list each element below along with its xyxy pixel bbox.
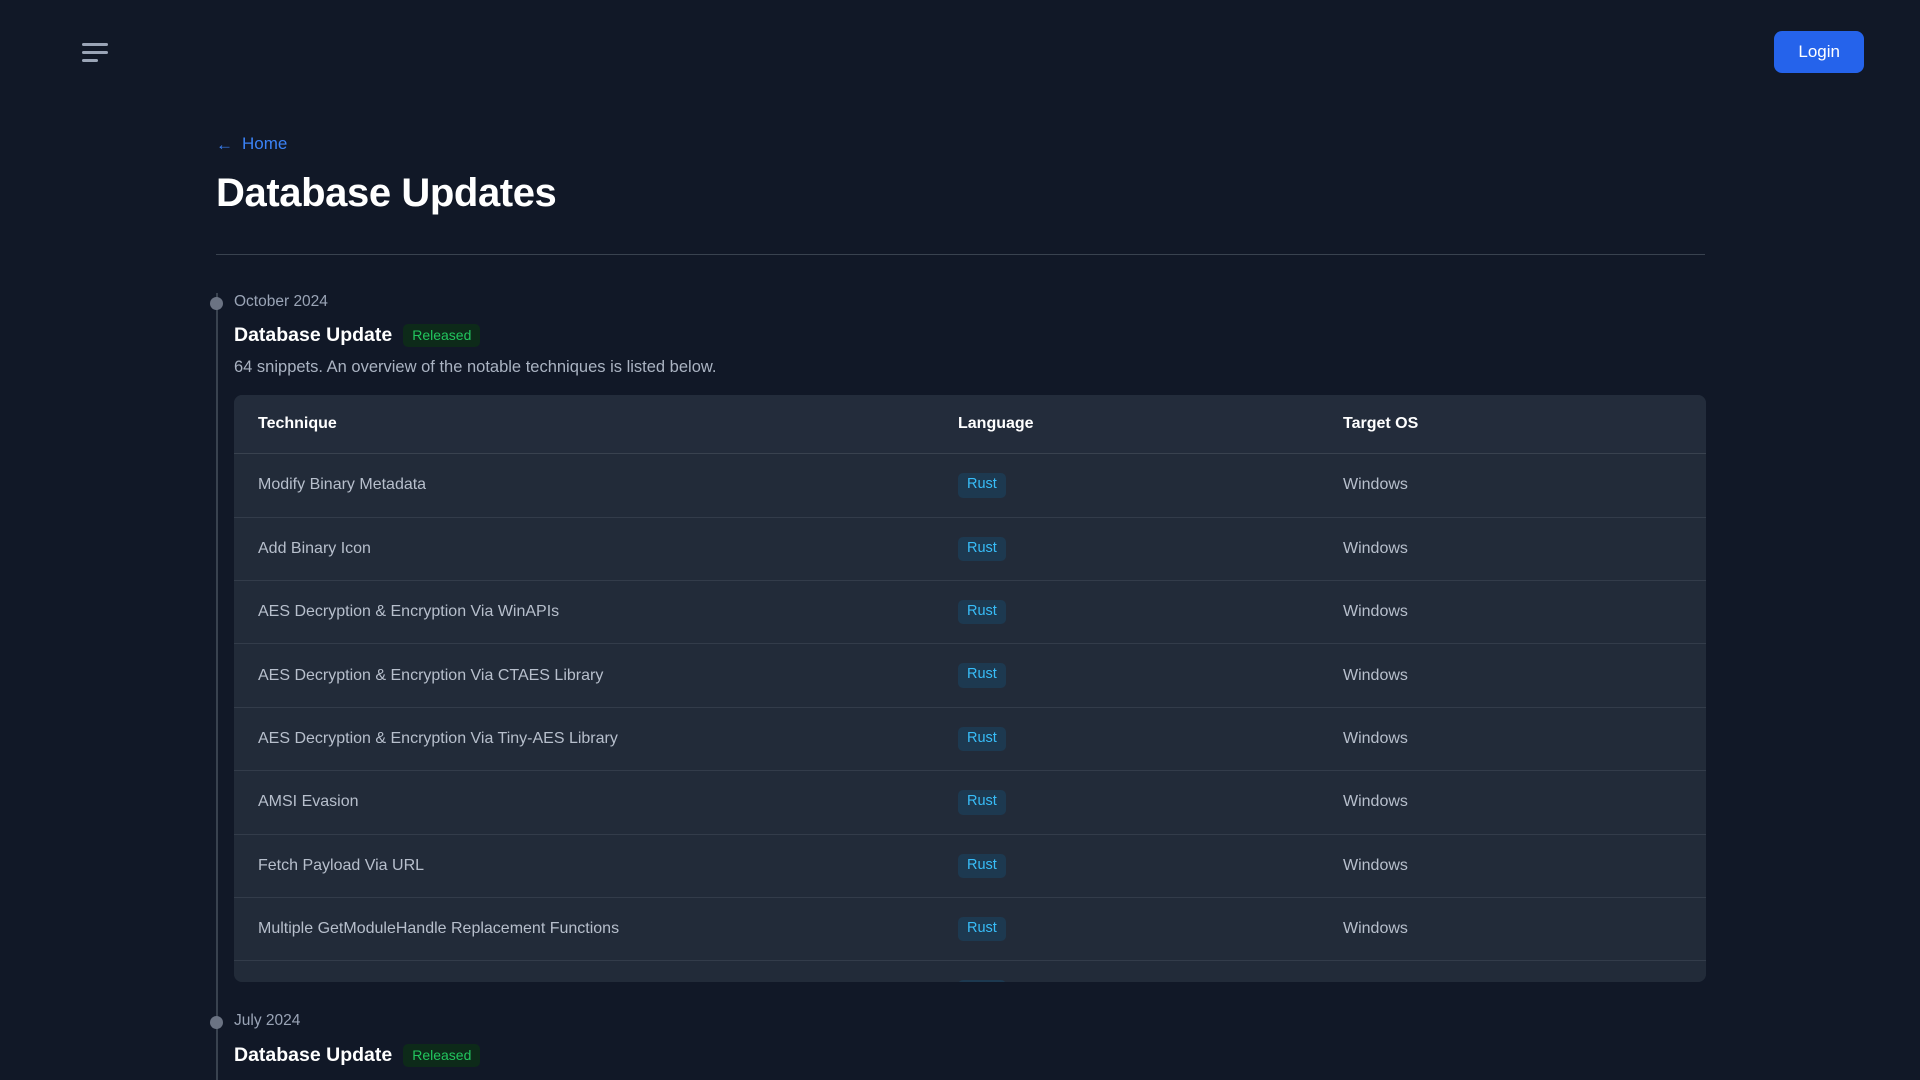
table-body: Modify Binary Metadata Rust Windows Add Bin…: [234, 453, 1706, 983]
back-home-link[interactable]: ← Home: [216, 134, 287, 154]
timeline-heading: Database Update: [234, 1043, 393, 1066]
cell-language: Rust: [934, 707, 1319, 772]
cell-target-os: Windows: [1319, 770, 1706, 835]
cell-target-os: Windows: [1319, 707, 1706, 772]
cell-language: Rust: [934, 517, 1319, 581]
cell-target-os: Windows: [1319, 643, 1706, 708]
techniques-table-container[interactable]: Technique Language Target OS Modify Bina…: [234, 395, 1706, 983]
cell-language: Rust: [934, 770, 1319, 835]
timeline-entry-july-2024: July 2024 Database Update Released 200 s…: [210, 1012, 1705, 1080]
page-container: ← Home Database Updates October 2024 Dat…: [0, 104, 1920, 1080]
timeline-entry-october-2024: October 2024 Database Update Released 64…: [210, 292, 1706, 983]
table-row[interactable]: Multiple GetModuleHandle Replacement Fun…: [234, 897, 1706, 962]
language-badge: Rust: [958, 853, 1006, 878]
table-row[interactable]: AMSI Evasion Rust Windows: [234, 770, 1706, 835]
cell-language: Rust: [934, 960, 1319, 983]
column-header-target-os[interactable]: Target OS: [1319, 395, 1706, 455]
status-badge: Released: [403, 324, 481, 348]
cell-target-os: Windows: [1319, 960, 1706, 983]
cell-technique: AMSI Evasion: [234, 770, 934, 835]
table-row[interactable]: AES Decryption & Encryption Via WinAPIs R…: [234, 580, 1706, 645]
cell-target-os: Windows: [1319, 897, 1706, 962]
cell-technique: Multiple GetModuleHandle Replacement Fun…: [234, 897, 934, 962]
cell-language: Rust: [934, 897, 1319, 962]
table-row[interactable]: Add Binary Icon Rust Windows: [234, 517, 1706, 581]
timeline-date: October 2024: [234, 292, 328, 310]
cell-technique: Fetch Payload Via URL: [234, 834, 934, 898]
timeline-dot-icon: [210, 1016, 223, 1030]
column-header-language[interactable]: Language: [934, 395, 1319, 455]
timeline-dot-icon: [210, 296, 223, 310]
column-header-technique[interactable]: Technique: [234, 395, 934, 455]
cell-technique: Modify Binary Metadata: [234, 453, 934, 518]
status-badge: Released: [403, 1043, 481, 1067]
cell-target-os: Windows: [1319, 834, 1706, 898]
language-badge: Rust: [958, 663, 1006, 688]
cell-language: Rust: [934, 834, 1319, 898]
timeline-heading-row: Database Update Released: [234, 324, 1705, 348]
cell-technique: AES Decryption & Encryption Via CTAES Li…: [234, 643, 934, 708]
table-row[interactable]: AES Decryption & Encryption Via CTAES Li…: [234, 643, 1706, 708]
language-badge: Rust: [958, 599, 1006, 625]
cell-target-os: Windows: [1319, 453, 1706, 518]
table-head: Technique Language Target OS: [234, 395, 1706, 455]
timeline-heading-row: Database Update Released: [234, 1043, 1705, 1067]
language-badge: Rust: [958, 473, 1006, 498]
timeline-date: July 2024: [234, 1012, 301, 1030]
hamburger-line-3: [82, 58, 98, 62]
cell-technique: AES Decryption & Encryption Via Tiny-AES…: [234, 707, 934, 772]
top-bar: Login: [0, 0, 1920, 104]
timeline-description: 64 snippets. An overview of the notable …: [234, 358, 717, 377]
table-row[interactable]: Function Stomping Rust Windows: [234, 960, 1706, 983]
cell-language: Rust: [934, 453, 1319, 518]
language-badge: Rust: [958, 790, 1006, 815]
cell-language: Rust: [934, 643, 1319, 708]
hamburger-menu-icon[interactable]: [80, 37, 108, 68]
table-row[interactable]: Fetch Payload Via URL Rust Windows: [234, 834, 1706, 898]
updates-timeline: October 2024 Database Update Released 64…: [210, 292, 1706, 1080]
language-badge: Rust: [958, 980, 1006, 983]
cell-language: Rust: [934, 580, 1319, 645]
hamburger-line-1: [82, 42, 108, 46]
cell-technique: Add Binary Icon: [234, 517, 934, 581]
cell-technique: Function Stomping: [234, 960, 934, 983]
cell-target-os: Windows: [1319, 517, 1706, 581]
table-header-row: Technique Language Target OS: [234, 395, 1706, 455]
hamburger-line-2: [82, 50, 108, 54]
timeline-heading: Database Update: [234, 324, 393, 347]
back-home-label: Home: [242, 134, 288, 153]
table-row[interactable]: AES Decryption & Encryption Via Tiny-AES…: [234, 707, 1706, 772]
title-divider: [216, 253, 1705, 255]
cell-technique: AES Decryption & Encryption Via WinAPIs: [234, 580, 934, 645]
language-badge: Rust: [958, 536, 1006, 561]
login-button[interactable]: Login: [1774, 31, 1864, 73]
table-row[interactable]: Modify Binary Metadata Rust Windows: [234, 453, 1706, 518]
content-column: ← Home Database Updates October 2024 Dat…: [210, 104, 1706, 1080]
language-badge: Rust: [958, 726, 1006, 752]
techniques-table: Technique Language Target OS Modify Bina…: [234, 395, 1706, 983]
page-title: Database Updates: [216, 170, 557, 215]
cell-target-os: Windows: [1319, 580, 1706, 645]
arrow-left-icon: ←: [216, 134, 233, 154]
language-badge: Rust: [958, 916, 1006, 942]
